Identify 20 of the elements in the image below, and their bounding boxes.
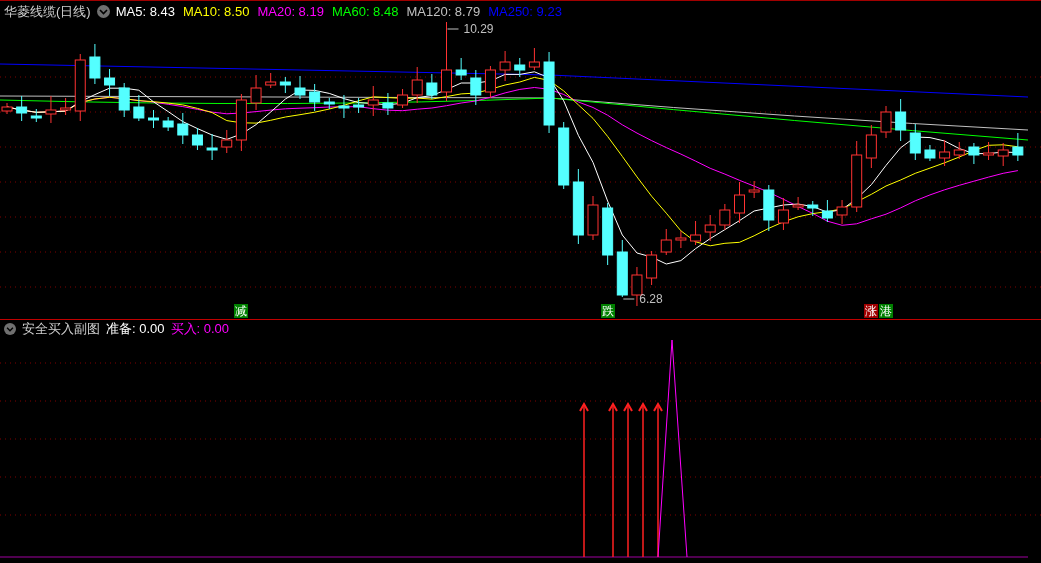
moving-average-value: MA120: 8.79 [406, 2, 481, 21]
moving-average-value: MA5: 8.43 [115, 2, 175, 21]
moving-average-value: MA250: 9.23 [488, 2, 562, 21]
indicator-title: 安全买入副图 [22, 320, 100, 339]
indicator-value: 买入: 0.00 [170, 320, 230, 339]
dropdown-icon[interactable] [4, 323, 16, 335]
event-marker: 减 [234, 304, 249, 318]
event-marker: 港 [879, 304, 893, 318]
leader-line [447, 28, 459, 30]
chart-title: 华菱线缆(日线) [4, 2, 91, 21]
price-label: 6.28 [639, 292, 663, 306]
indicator-value: 准备: 0.00 [106, 320, 165, 339]
moving-average-value: MA10: 8.50 [182, 2, 250, 21]
dropdown-icon[interactable] [96, 5, 110, 18]
moving-average-value: MA60: 8.48 [331, 2, 399, 21]
event-marker: 跌 [600, 304, 615, 318]
moving-average-value: MA20: 8.19 [257, 2, 324, 21]
leader-line [622, 298, 635, 300]
price-label: 10.29 [463, 22, 494, 36]
event-marker: 涨 [864, 304, 879, 318]
